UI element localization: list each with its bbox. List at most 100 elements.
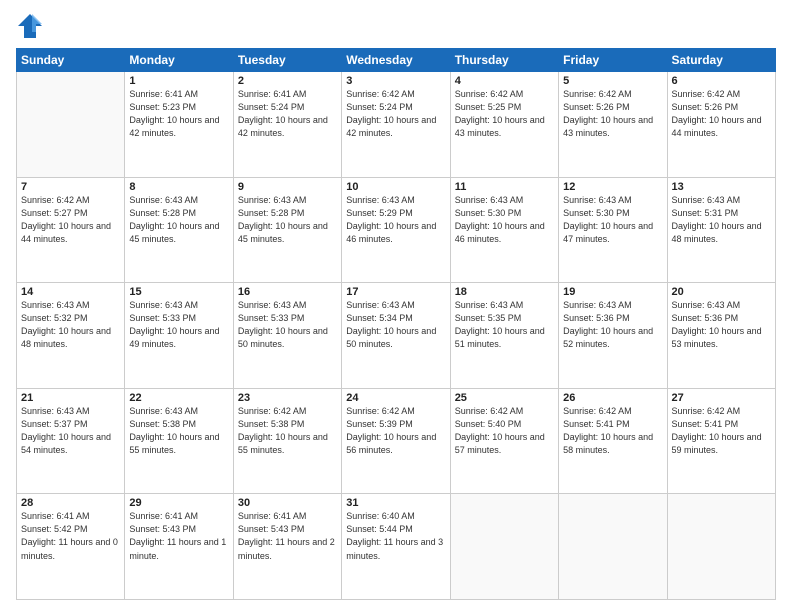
day-info: Sunrise: 6:43 AM Sunset: 5:37 PM Dayligh…	[21, 405, 120, 457]
calendar-cell: 15Sunrise: 6:43 AM Sunset: 5:33 PM Dayli…	[125, 283, 233, 389]
calendar-cell: 17Sunrise: 6:43 AM Sunset: 5:34 PM Dayli…	[342, 283, 450, 389]
day-number: 21	[21, 392, 120, 404]
day-info: Sunrise: 6:43 AM Sunset: 5:30 PM Dayligh…	[455, 194, 554, 246]
calendar-cell: 29Sunrise: 6:41 AM Sunset: 5:43 PM Dayli…	[125, 494, 233, 600]
weekday-header-thursday: Thursday	[450, 49, 558, 72]
day-info: Sunrise: 6:42 AM Sunset: 5:25 PM Dayligh…	[455, 88, 554, 140]
day-number: 9	[238, 181, 337, 193]
calendar-cell: 9Sunrise: 6:43 AM Sunset: 5:28 PM Daylig…	[233, 177, 341, 283]
day-info: Sunrise: 6:42 AM Sunset: 5:26 PM Dayligh…	[563, 88, 662, 140]
calendar-cell: 6Sunrise: 6:42 AM Sunset: 5:26 PM Daylig…	[667, 72, 775, 178]
calendar-cell: 18Sunrise: 6:43 AM Sunset: 5:35 PM Dayli…	[450, 283, 558, 389]
calendar-cell: 14Sunrise: 6:43 AM Sunset: 5:32 PM Dayli…	[17, 283, 125, 389]
calendar-cell: 30Sunrise: 6:41 AM Sunset: 5:43 PM Dayli…	[233, 494, 341, 600]
day-info: Sunrise: 6:41 AM Sunset: 5:24 PM Dayligh…	[238, 88, 337, 140]
day-number: 22	[129, 392, 228, 404]
calendar-cell: 28Sunrise: 6:41 AM Sunset: 5:42 PM Dayli…	[17, 494, 125, 600]
calendar-cell: 13Sunrise: 6:43 AM Sunset: 5:31 PM Dayli…	[667, 177, 775, 283]
weekday-header-monday: Monday	[125, 49, 233, 72]
day-number: 1	[129, 75, 228, 87]
day-number: 31	[346, 497, 445, 509]
calendar-cell: 1Sunrise: 6:41 AM Sunset: 5:23 PM Daylig…	[125, 72, 233, 178]
calendar-cell	[17, 72, 125, 178]
page: SundayMondayTuesdayWednesdayThursdayFrid…	[0, 0, 792, 612]
calendar-cell: 16Sunrise: 6:43 AM Sunset: 5:33 PM Dayli…	[233, 283, 341, 389]
calendar-week-row: 14Sunrise: 6:43 AM Sunset: 5:32 PM Dayli…	[17, 283, 776, 389]
header	[16, 12, 776, 40]
weekday-header-sunday: Sunday	[17, 49, 125, 72]
calendar-cell: 26Sunrise: 6:42 AM Sunset: 5:41 PM Dayli…	[559, 388, 667, 494]
weekday-header-tuesday: Tuesday	[233, 49, 341, 72]
calendar-cell: 31Sunrise: 6:40 AM Sunset: 5:44 PM Dayli…	[342, 494, 450, 600]
day-info: Sunrise: 6:42 AM Sunset: 5:40 PM Dayligh…	[455, 405, 554, 457]
calendar-week-row: 7Sunrise: 6:42 AM Sunset: 5:27 PM Daylig…	[17, 177, 776, 283]
calendar-week-row: 1Sunrise: 6:41 AM Sunset: 5:23 PM Daylig…	[17, 72, 776, 178]
day-number: 14	[21, 286, 120, 298]
day-info: Sunrise: 6:43 AM Sunset: 5:31 PM Dayligh…	[672, 194, 771, 246]
day-number: 2	[238, 75, 337, 87]
day-number: 15	[129, 286, 228, 298]
calendar-cell: 22Sunrise: 6:43 AM Sunset: 5:38 PM Dayli…	[125, 388, 233, 494]
day-info: Sunrise: 6:43 AM Sunset: 5:28 PM Dayligh…	[238, 194, 337, 246]
day-info: Sunrise: 6:41 AM Sunset: 5:42 PM Dayligh…	[21, 510, 120, 562]
day-number: 29	[129, 497, 228, 509]
day-number: 13	[672, 181, 771, 193]
calendar-cell: 7Sunrise: 6:42 AM Sunset: 5:27 PM Daylig…	[17, 177, 125, 283]
day-info: Sunrise: 6:41 AM Sunset: 5:43 PM Dayligh…	[129, 510, 228, 562]
weekday-header-wednesday: Wednesday	[342, 49, 450, 72]
day-info: Sunrise: 6:43 AM Sunset: 5:33 PM Dayligh…	[238, 299, 337, 351]
day-number: 16	[238, 286, 337, 298]
day-info: Sunrise: 6:42 AM Sunset: 5:41 PM Dayligh…	[563, 405, 662, 457]
day-number: 27	[672, 392, 771, 404]
calendar-table: SundayMondayTuesdayWednesdayThursdayFrid…	[16, 48, 776, 600]
day-info: Sunrise: 6:43 AM Sunset: 5:33 PM Dayligh…	[129, 299, 228, 351]
day-info: Sunrise: 6:43 AM Sunset: 5:35 PM Dayligh…	[455, 299, 554, 351]
calendar-cell: 23Sunrise: 6:42 AM Sunset: 5:38 PM Dayli…	[233, 388, 341, 494]
day-number: 24	[346, 392, 445, 404]
day-number: 11	[455, 181, 554, 193]
day-number: 17	[346, 286, 445, 298]
day-number: 28	[21, 497, 120, 509]
day-info: Sunrise: 6:42 AM Sunset: 5:38 PM Dayligh…	[238, 405, 337, 457]
calendar-cell: 11Sunrise: 6:43 AM Sunset: 5:30 PM Dayli…	[450, 177, 558, 283]
day-number: 6	[672, 75, 771, 87]
day-info: Sunrise: 6:42 AM Sunset: 5:26 PM Dayligh…	[672, 88, 771, 140]
day-number: 7	[21, 181, 120, 193]
calendar-cell: 10Sunrise: 6:43 AM Sunset: 5:29 PM Dayli…	[342, 177, 450, 283]
day-info: Sunrise: 6:43 AM Sunset: 5:30 PM Dayligh…	[563, 194, 662, 246]
day-number: 18	[455, 286, 554, 298]
day-number: 25	[455, 392, 554, 404]
calendar-cell: 19Sunrise: 6:43 AM Sunset: 5:36 PM Dayli…	[559, 283, 667, 389]
weekday-header-friday: Friday	[559, 49, 667, 72]
calendar-cell: 5Sunrise: 6:42 AM Sunset: 5:26 PM Daylig…	[559, 72, 667, 178]
day-info: Sunrise: 6:43 AM Sunset: 5:29 PM Dayligh…	[346, 194, 445, 246]
day-number: 5	[563, 75, 662, 87]
day-number: 4	[455, 75, 554, 87]
calendar-cell: 3Sunrise: 6:42 AM Sunset: 5:24 PM Daylig…	[342, 72, 450, 178]
day-number: 19	[563, 286, 662, 298]
day-number: 12	[563, 181, 662, 193]
calendar-cell: 24Sunrise: 6:42 AM Sunset: 5:39 PM Dayli…	[342, 388, 450, 494]
calendar-cell: 8Sunrise: 6:43 AM Sunset: 5:28 PM Daylig…	[125, 177, 233, 283]
calendar-cell: 21Sunrise: 6:43 AM Sunset: 5:37 PM Dayli…	[17, 388, 125, 494]
calendar-cell: 27Sunrise: 6:42 AM Sunset: 5:41 PM Dayli…	[667, 388, 775, 494]
day-number: 10	[346, 181, 445, 193]
calendar-cell	[450, 494, 558, 600]
calendar-week-row: 21Sunrise: 6:43 AM Sunset: 5:37 PM Dayli…	[17, 388, 776, 494]
calendar-cell: 20Sunrise: 6:43 AM Sunset: 5:36 PM Dayli…	[667, 283, 775, 389]
calendar-cell: 4Sunrise: 6:42 AM Sunset: 5:25 PM Daylig…	[450, 72, 558, 178]
day-info: Sunrise: 6:43 AM Sunset: 5:38 PM Dayligh…	[129, 405, 228, 457]
day-number: 3	[346, 75, 445, 87]
day-info: Sunrise: 6:40 AM Sunset: 5:44 PM Dayligh…	[346, 510, 445, 562]
day-info: Sunrise: 6:43 AM Sunset: 5:34 PM Dayligh…	[346, 299, 445, 351]
day-info: Sunrise: 6:42 AM Sunset: 5:41 PM Dayligh…	[672, 405, 771, 457]
day-info: Sunrise: 6:43 AM Sunset: 5:36 PM Dayligh…	[672, 299, 771, 351]
calendar-cell: 12Sunrise: 6:43 AM Sunset: 5:30 PM Dayli…	[559, 177, 667, 283]
day-info: Sunrise: 6:43 AM Sunset: 5:36 PM Dayligh…	[563, 299, 662, 351]
day-number: 26	[563, 392, 662, 404]
day-info: Sunrise: 6:43 AM Sunset: 5:28 PM Dayligh…	[129, 194, 228, 246]
weekday-header-row: SundayMondayTuesdayWednesdayThursdayFrid…	[17, 49, 776, 72]
calendar-week-row: 28Sunrise: 6:41 AM Sunset: 5:42 PM Dayli…	[17, 494, 776, 600]
day-info: Sunrise: 6:41 AM Sunset: 5:43 PM Dayligh…	[238, 510, 337, 562]
day-number: 30	[238, 497, 337, 509]
